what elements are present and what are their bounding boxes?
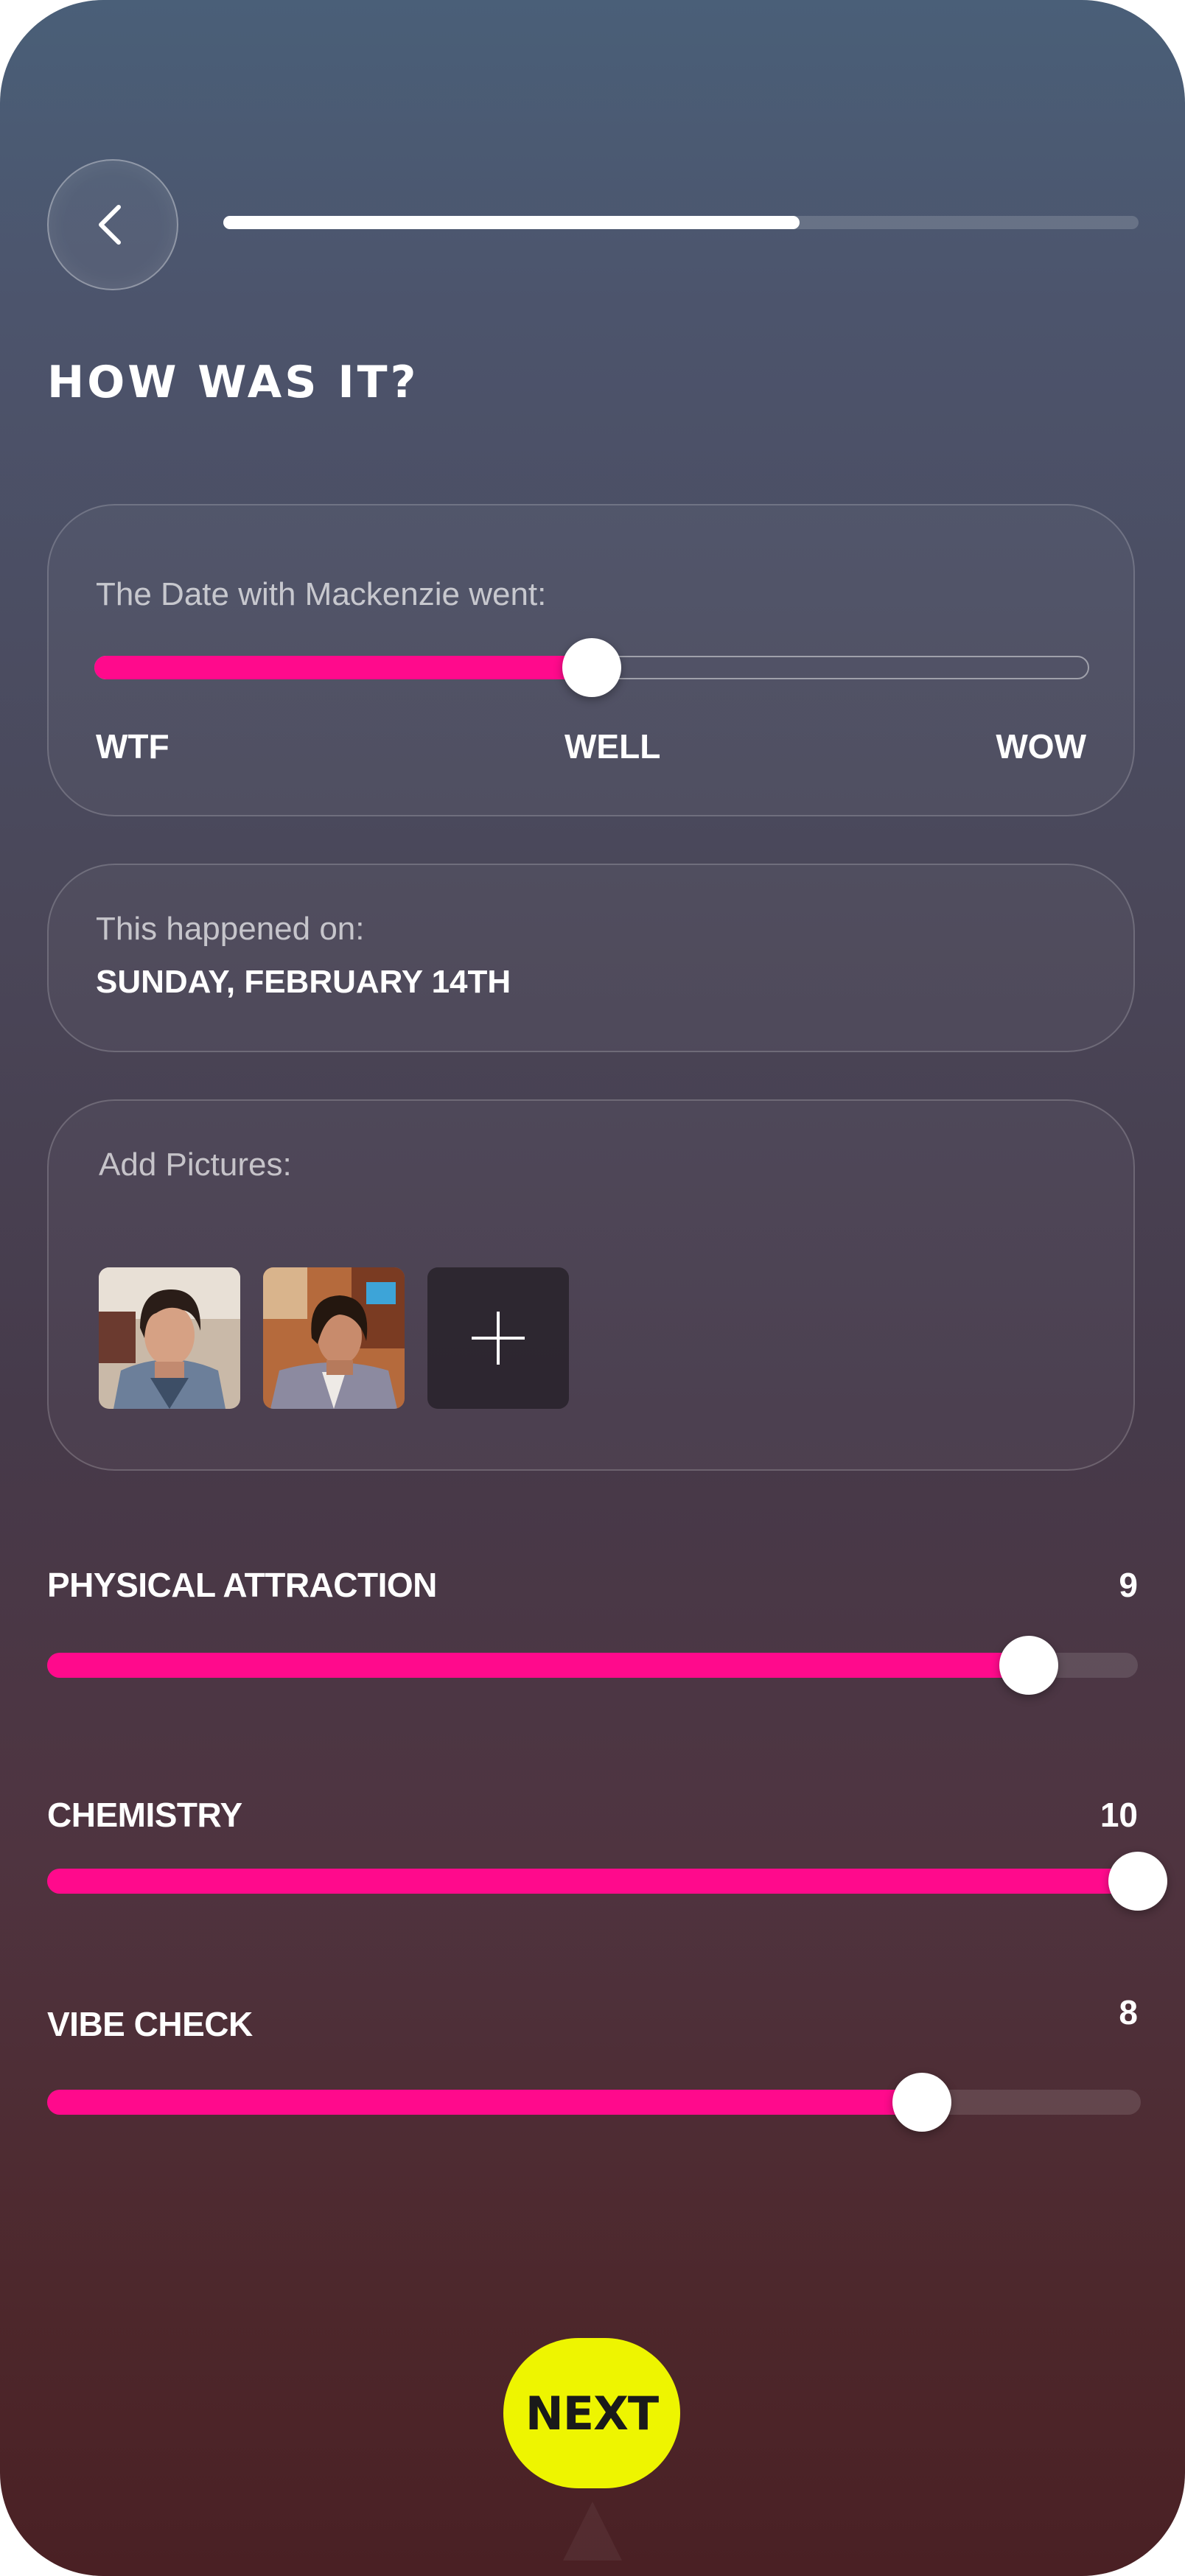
phone-screen: HOW WAS IT? The Date with Mackenzie went… <box>0 0 1185 2576</box>
next-button[interactable]: NEXT <box>503 2338 680 2488</box>
metric-slider-handle[interactable] <box>1108 1852 1167 1911</box>
chevron-left-icon <box>99 205 121 245</box>
mood-slider-handle[interactable] <box>562 638 621 697</box>
metric-name: CHEMISTRY <box>47 1796 242 1834</box>
metric-name: PHYSICAL ATTRACTION <box>47 1566 437 1604</box>
metric-slider-fill <box>47 1869 1138 1894</box>
date-label: This happened on: <box>96 911 365 947</box>
metric-value: 9 <box>1119 1566 1138 1604</box>
person-photo-icon <box>99 1267 240 1409</box>
mood-label-wow: WOW <box>996 727 1086 766</box>
add-picture-button[interactable] <box>427 1267 569 1409</box>
back-button[interactable] <box>47 159 178 290</box>
pictures-card: Add Pictures: <box>47 1099 1135 1471</box>
metric-slider-handle[interactable] <box>999 1636 1058 1695</box>
mood-label: The Date with Mackenzie went: <box>96 576 547 612</box>
metric-name: VIBE CHECK <box>47 2005 253 2043</box>
progress-bar <box>223 216 1139 229</box>
page-title: HOW WAS IT? <box>47 357 419 408</box>
metric-slider-handle[interactable] <box>892 2073 952 2132</box>
pictures-label: Add Pictures: <box>99 1147 292 1183</box>
metric-value: 10 <box>1100 1796 1138 1834</box>
date-value: SUNDAY, FEBRUARY 14TH <box>96 964 511 1000</box>
metric-slider-track[interactable] <box>47 1869 1138 1894</box>
metric-slider-track[interactable] <box>47 2090 1141 2115</box>
progress-bar-fill <box>223 216 800 229</box>
mood-label-wtf: WTF <box>96 727 169 766</box>
metric-slider-track[interactable] <box>47 1653 1138 1678</box>
person-photo-icon <box>263 1267 405 1409</box>
photo-thumbnail-2[interactable] <box>263 1267 405 1409</box>
plus-icon <box>472 1312 525 1365</box>
metric-slider-fill <box>47 1653 1029 1678</box>
metric-value: 8 <box>1119 1993 1138 2031</box>
mood-label-well: WELL <box>564 727 661 766</box>
button-pointer-notch <box>563 2502 622 2561</box>
mood-slider-fill <box>94 656 607 679</box>
date-card[interactable]: This happened on: SUNDAY, FEBRUARY 14TH <box>47 864 1135 1052</box>
metric-slider-fill <box>47 2090 923 2115</box>
mood-card: The Date with Mackenzie went: WTF WELL W… <box>47 504 1135 816</box>
photo-thumbnail-1[interactable] <box>99 1267 240 1409</box>
